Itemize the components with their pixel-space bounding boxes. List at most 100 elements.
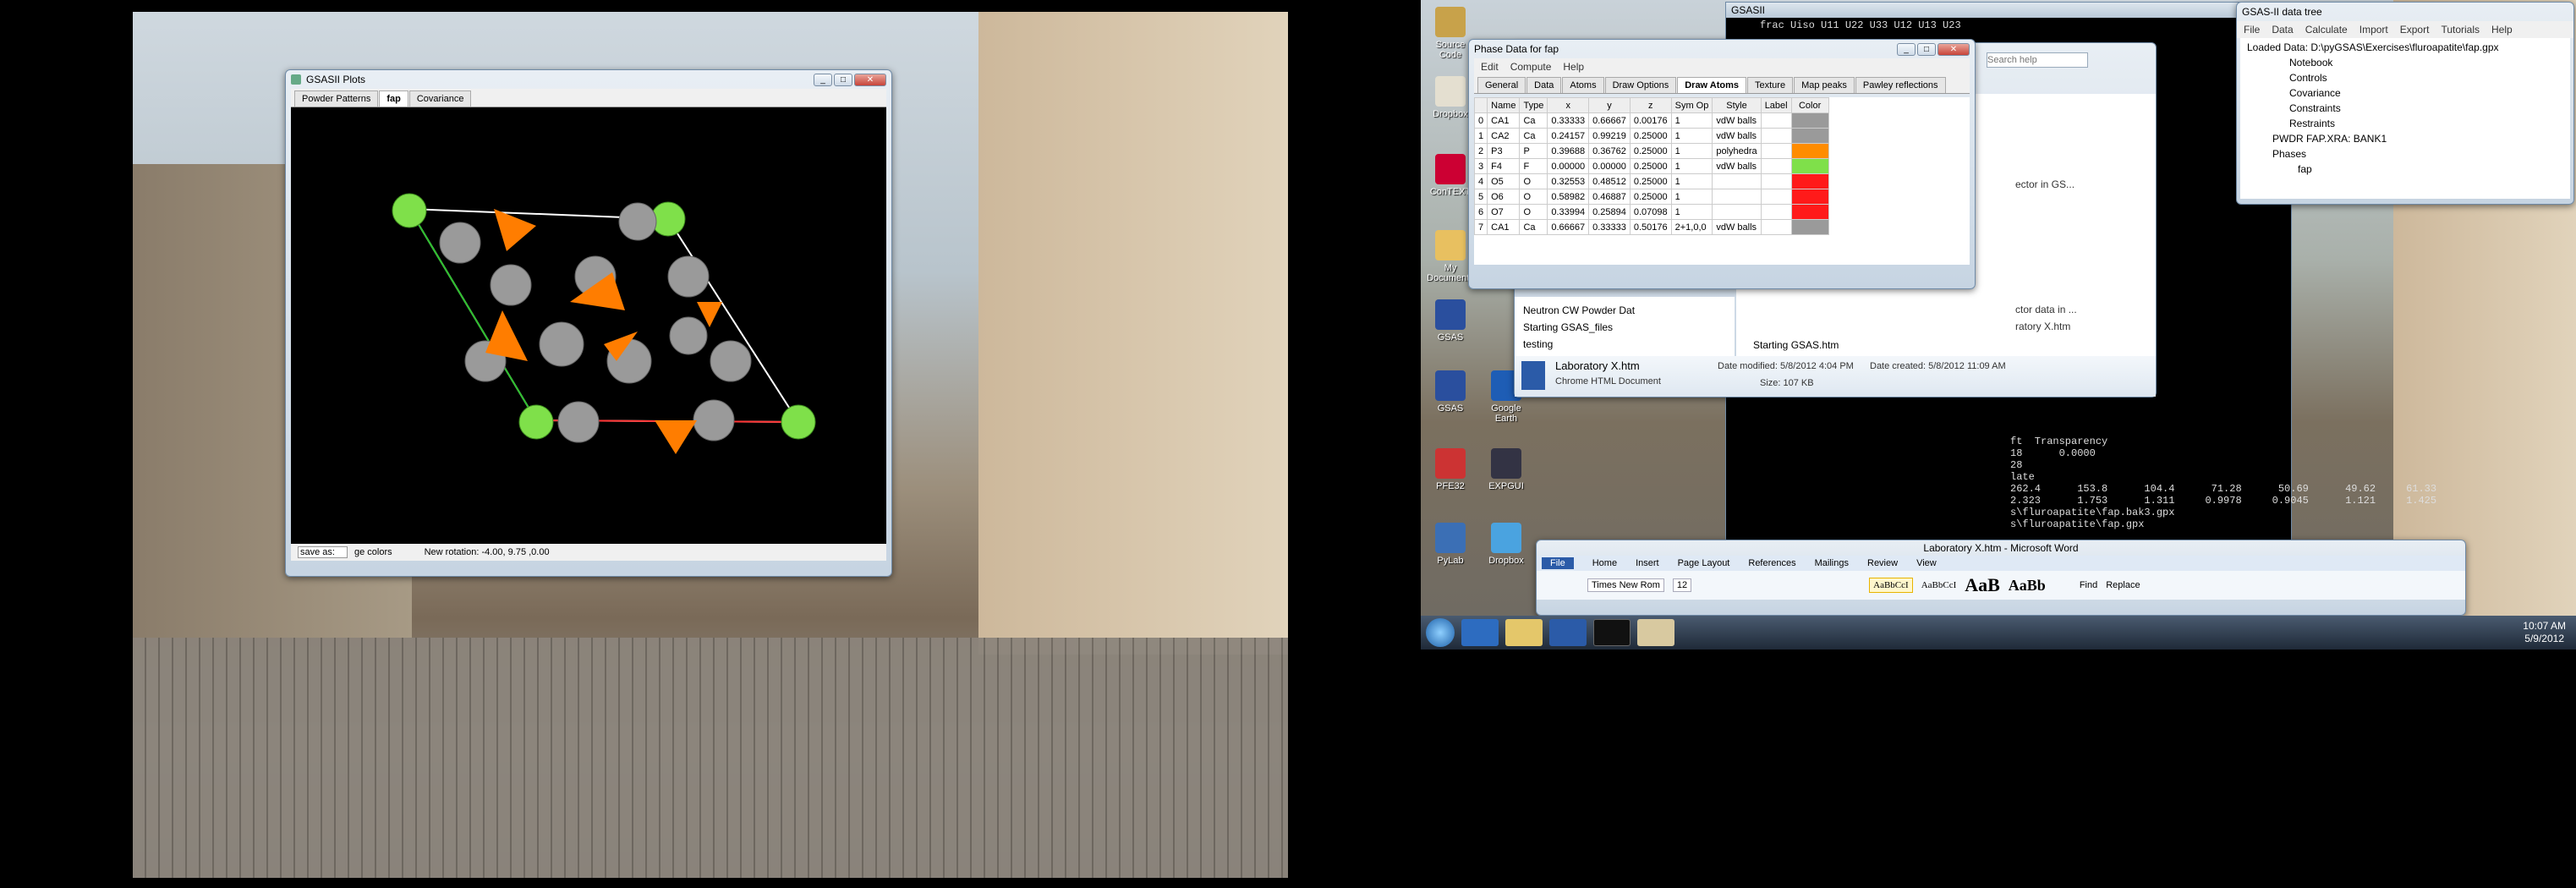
- atom-cell[interactable]: 1: [1670, 173, 1713, 189]
- tree-item-phases[interactable]: Phases: [2247, 146, 2563, 162]
- atom-cell[interactable]: 1: [1670, 204, 1713, 220]
- menu-tutorials[interactable]: Tutorials: [2441, 24, 2480, 36]
- atom-cell[interactable]: vdW balls: [1712, 112, 1762, 129]
- draw-atoms-grid[interactable]: Name Type x y z Sym Op Style Label Color 0 CA1 Ca 0…: [1474, 97, 1970, 265]
- atom-cell[interactable]: 1: [1670, 128, 1713, 144]
- atom-cell[interactable]: O: [1519, 204, 1548, 220]
- atom-cell[interactable]: 1: [1670, 112, 1713, 129]
- structure-plot-canvas[interactable]: [291, 107, 886, 544]
- atom-row[interactable]: 7 CA1 Ca 0.66667 0.33333 0.50176 2+1,0,0 vdW ba…: [1474, 219, 1829, 235]
- system-clock[interactable]: 10:07 AM 5/9/2012: [2523, 620, 2566, 645]
- plots-titlebar[interactable]: GSASII Plots _ □ ✕: [286, 70, 891, 89]
- taskbar-word-icon[interactable]: [1549, 619, 1587, 646]
- atom-cell[interactable]: 0: [1474, 112, 1488, 129]
- atom-cell[interactable]: 1: [1670, 158, 1713, 174]
- style-heading1[interactable]: AaB: [1965, 574, 2000, 596]
- atom-cell[interactable]: CA1: [1487, 112, 1521, 129]
- atom-cell[interactable]: vdW balls: [1712, 219, 1762, 235]
- maximize-button[interactable]: □: [834, 73, 852, 86]
- atom-cell[interactable]: CA2: [1487, 128, 1521, 144]
- atom-cell[interactable]: 0.00000: [1588, 158, 1631, 174]
- find-button[interactable]: Find: [2080, 580, 2097, 590]
- atom-cell[interactable]: O7: [1487, 204, 1521, 220]
- atom-cell[interactable]: O: [1519, 189, 1548, 205]
- atom-cell[interactable]: Ca: [1519, 128, 1548, 144]
- tree-item-controls[interactable]: Controls: [2247, 70, 2563, 85]
- column-header[interactable]: z: [1629, 97, 1672, 113]
- tree-item-restraints[interactable]: Restraints: [2247, 116, 2563, 131]
- atom-cell[interactable]: Ca: [1519, 219, 1548, 235]
- atom-cell[interactable]: polyhedra: [1712, 143, 1762, 159]
- atom-cell[interactable]: 0.33333: [1547, 112, 1590, 129]
- atom-cell[interactable]: [1712, 204, 1762, 220]
- atom-color-cell[interactable]: [1790, 189, 1829, 205]
- atom-cell[interactable]: 0.39688: [1547, 143, 1590, 159]
- minimize-button[interactable]: _: [814, 73, 832, 86]
- atom-color-cell[interactable]: [1790, 219, 1829, 235]
- atom-cell[interactable]: 0.25000: [1629, 128, 1672, 144]
- atom-cell[interactable]: [1760, 189, 1792, 205]
- tree-item-pwdr[interactable]: PWDR FAP.XRA: BANK1: [2247, 131, 2563, 146]
- column-header[interactable]: y: [1588, 97, 1631, 113]
- tab-page-layout[interactable]: Page Layout: [1678, 558, 1730, 568]
- nav-item[interactable]: testing: [1523, 336, 1726, 353]
- taskbar-explorer-icon[interactable]: [1505, 619, 1543, 646]
- atom-cell[interactable]: 0.50176: [1629, 219, 1672, 235]
- tab-general[interactable]: General: [1477, 77, 1526, 93]
- style-heading2[interactable]: AaBb: [2009, 577, 2046, 595]
- column-header[interactable]: Style: [1712, 97, 1762, 113]
- atom-cell[interactable]: 2: [1474, 143, 1488, 159]
- atom-cell[interactable]: 0.25000: [1629, 143, 1672, 159]
- atom-cell[interactable]: 0.58982: [1547, 189, 1590, 205]
- atom-cell[interactable]: 0.00000: [1547, 158, 1590, 174]
- data-tree[interactable]: Loaded Data: D:\pyGSAS\Exercises\fluroap…: [2240, 38, 2570, 199]
- atom-cell[interactable]: 0.46887: [1588, 189, 1631, 205]
- atom-row[interactable]: 1 CA2 Ca 0.24157 0.99219 0.25000 1 vdW balls: [1474, 128, 1829, 144]
- console-titlebar[interactable]: GSASII: [1726, 3, 2291, 18]
- desktop-icon-dropbox2[interactable]: Dropbox: [1482, 523, 1531, 566]
- tree-root[interactable]: Loaded Data: D:\pyGSAS\Exercises\fluroap…: [2247, 40, 2563, 55]
- column-header[interactable]: x: [1547, 97, 1590, 113]
- atom-cell[interactable]: Ca: [1519, 112, 1548, 129]
- atom-color-cell[interactable]: [1790, 158, 1829, 174]
- atom-cell[interactable]: [1760, 112, 1792, 129]
- menu-import[interactable]: Import: [2360, 24, 2388, 36]
- atom-row[interactable]: 4 O5 O 0.32553 0.48512 0.25000 1: [1474, 173, 1829, 189]
- tab-fap[interactable]: fap: [379, 90, 408, 107]
- atom-cell[interactable]: 0.48512: [1588, 173, 1631, 189]
- atom-cell[interactable]: [1712, 189, 1762, 205]
- tab-view[interactable]: View: [1916, 558, 1937, 568]
- atom-cell[interactable]: CA1: [1487, 219, 1521, 235]
- atom-cell[interactable]: P: [1519, 143, 1548, 159]
- tab-atoms[interactable]: Atoms: [1562, 77, 1604, 93]
- column-header[interactable]: Type: [1519, 97, 1548, 113]
- style-normal[interactable]: AaBbCcI: [1869, 578, 1913, 593]
- column-header[interactable]: Color: [1790, 97, 1829, 113]
- menu-help[interactable]: Help: [2491, 24, 2513, 36]
- column-header[interactable]: Label: [1760, 97, 1792, 113]
- tab-draw-options[interactable]: Draw Options: [1604, 77, 1677, 93]
- nav-item[interactable]: Starting GSAS_files: [1523, 319, 1726, 336]
- atom-cell[interactable]: [1760, 158, 1792, 174]
- atom-cell[interactable]: O6: [1487, 189, 1521, 205]
- atom-cell[interactable]: 7: [1474, 219, 1488, 235]
- file-peek[interactable]: ratory X.htm: [2015, 321, 2070, 332]
- style-no-spacing[interactable]: AaBbCcI: [1921, 580, 1957, 590]
- atom-cell[interactable]: P3: [1487, 143, 1521, 159]
- atoms-table[interactable]: Name Type x y z Sym Op Style Label Color 0 CA1 Ca 0…: [1474, 97, 1829, 235]
- tree-item-constraints[interactable]: Constraints: [2247, 101, 2563, 116]
- tree-titlebar[interactable]: GSAS-II data tree: [2237, 3, 2573, 21]
- atom-cell[interactable]: [1712, 173, 1762, 189]
- minimize-button[interactable]: _: [1897, 42, 1916, 56]
- word-titlebar[interactable]: Laboratory X.htm - Microsoft Word: [1537, 540, 2465, 556]
- atom-cell[interactable]: 5: [1474, 189, 1488, 205]
- column-header[interactable]: Sym Op: [1670, 97, 1713, 113]
- tab-texture[interactable]: Texture: [1747, 77, 1794, 93]
- atom-cell[interactable]: 2+1,0,0: [1670, 219, 1713, 235]
- atom-cell[interactable]: 0.33994: [1547, 204, 1590, 220]
- atom-color-cell[interactable]: [1790, 204, 1829, 220]
- taskbar-ie-icon[interactable]: [1461, 619, 1499, 646]
- atom-cell[interactable]: 0.36762: [1588, 143, 1631, 159]
- replace-button[interactable]: Replace: [2106, 580, 2140, 590]
- atom-cell[interactable]: [1760, 173, 1792, 189]
